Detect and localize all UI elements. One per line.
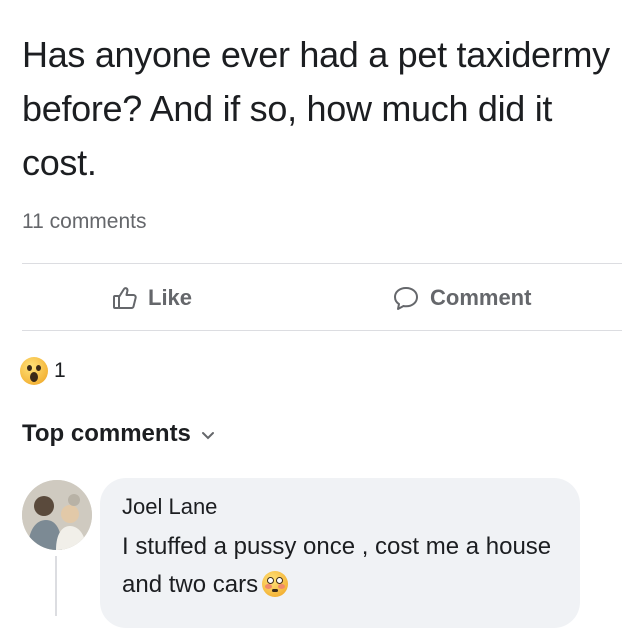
speech-bubble-icon — [392, 285, 420, 311]
comment-count[interactable]: 11 comments — [22, 210, 147, 234]
comment-author[interactable]: Joel Lane — [122, 494, 217, 520]
divider-top — [22, 263, 622, 264]
post-text: Has anyone ever had a pet taxidermy befo… — [22, 34, 610, 183]
top-comments-sort[interactable]: Top comments — [22, 420, 215, 448]
thumbs-up-icon — [112, 285, 138, 311]
reaction-summary[interactable]: 1 — [20, 354, 66, 388]
like-label: Like — [148, 285, 193, 310]
divider-bottom — [22, 330, 622, 331]
flushed-emoji-icon — [262, 571, 289, 597]
chevron-down-icon — [201, 420, 215, 448]
comment-button[interactable]: Comment — [392, 280, 531, 316]
thread-line — [55, 556, 57, 616]
top-comments-label: Top comments — [22, 420, 191, 447]
wow-emoji-icon — [20, 357, 48, 385]
avatar[interactable] — [22, 480, 92, 550]
comment-text-content: I stuffed a pussy once , cost me a house… — [122, 533, 552, 598]
reaction-count: 1 — [54, 359, 66, 382]
like-button[interactable]: Like — [112, 280, 192, 316]
comment-text: I stuffed a pussy once , cost me a house… — [122, 528, 562, 604]
comment-label: Comment — [430, 285, 532, 310]
